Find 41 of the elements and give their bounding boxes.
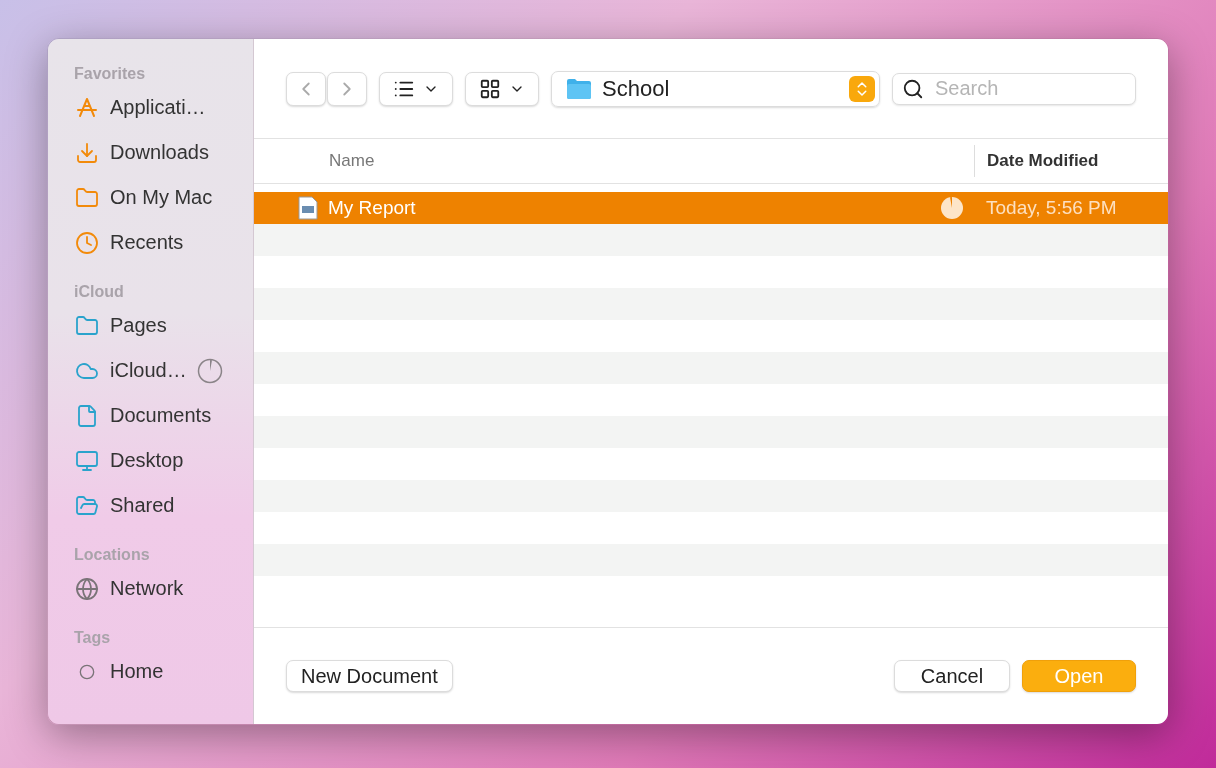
sidebar-item[interactable]: Documents bbox=[110, 404, 212, 427]
folder-icon bbox=[75, 185, 99, 210]
sidebar-section-title: Locations bbox=[74, 546, 151, 564]
document-icon bbox=[298, 196, 318, 220]
new-document-button[interactable]: New Document bbox=[286, 660, 453, 692]
column-header[interactable]: Date Modified bbox=[974, 145, 1168, 177]
sidebar-item[interactable]: On My Mac bbox=[110, 186, 213, 209]
sidebar-item[interactable]: Home bbox=[110, 660, 164, 683]
list-view-button[interactable] bbox=[379, 71, 453, 106]
sidebar-item[interactable]: Shared bbox=[110, 494, 175, 517]
date-modified: Today, 5:56 PM bbox=[986, 197, 1118, 219]
cancel-button[interactable]: Cancel bbox=[894, 660, 1010, 692]
folder-icon bbox=[75, 313, 99, 338]
grid-icon bbox=[479, 77, 501, 100]
progress-icon bbox=[940, 196, 964, 220]
search-field[interactable]: Search bbox=[892, 72, 1136, 105]
sidebar-section-title: iCloud bbox=[74, 283, 125, 301]
search-icon bbox=[902, 77, 924, 100]
sidebar-item[interactable]: Desktop bbox=[110, 449, 184, 472]
sidebar-item[interactable]: Downloads bbox=[110, 141, 209, 164]
sidebar-item[interactable]: Network bbox=[110, 577, 184, 600]
sidebar-section-title: Favorites bbox=[74, 65, 147, 83]
clock-icon bbox=[75, 230, 99, 255]
download-icon bbox=[75, 140, 99, 165]
sidebar-item[interactable]: iCloud… bbox=[110, 359, 187, 382]
monitor-icon bbox=[75, 448, 99, 473]
globe-icon bbox=[75, 576, 99, 601]
circle-icon bbox=[79, 663, 95, 680]
sidebar-section-title: Tags bbox=[74, 629, 112, 647]
shared-folder-icon bbox=[75, 493, 99, 518]
location-popup[interactable]: School bbox=[551, 70, 880, 107]
sidebar-item[interactable]: Pages bbox=[110, 314, 167, 337]
sidebar-item[interactable]: Recents bbox=[110, 231, 184, 254]
progress-icon bbox=[196, 357, 223, 384]
sidebar-item[interactable]: Applicati… bbox=[110, 96, 206, 119]
document-icon bbox=[75, 403, 99, 428]
file-name: My Report bbox=[327, 197, 417, 219]
folder-icon bbox=[566, 77, 592, 100]
grid-view-button[interactable] bbox=[465, 71, 539, 106]
app-store-icon bbox=[75, 95, 99, 120]
column-header[interactable]: Name bbox=[254, 151, 974, 171]
